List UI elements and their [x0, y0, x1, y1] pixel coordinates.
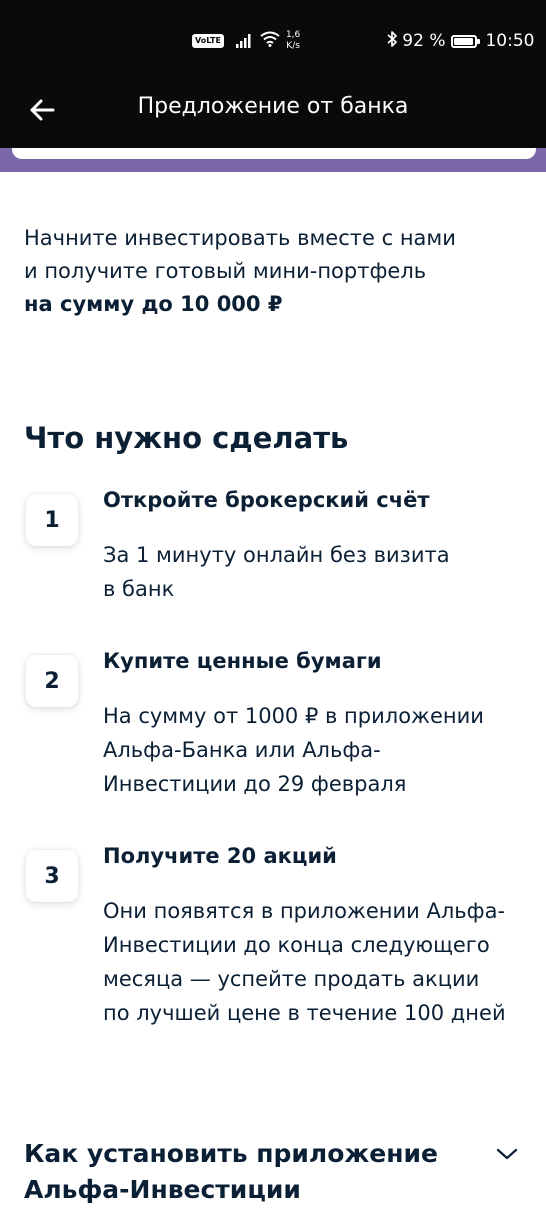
intro-line-2: и получите готовый мини-портфель [24, 259, 427, 283]
step-description-line: в банк [103, 577, 175, 601]
step-title: Получите 20 акций [103, 844, 337, 868]
step-description-line: Они появятся в приложении Альфа- [103, 899, 506, 923]
accordion-title: Как установить приложение Альфа-Инвестиц… [24, 1136, 464, 1208]
status-bar: VoLTE 1,6 K/s 92 % 10:50 [0, 0, 546, 80]
top-app-bar: Предложение от банка [0, 80, 546, 148]
clock: 10:50 [485, 31, 535, 51]
step-description-line: Инвестиции до 29 февраля [103, 772, 407, 796]
step-description-line: Инвестиции до конца следующего [103, 933, 490, 957]
intro-line-1: Начните инвестировать вместе с нами [24, 226, 456, 250]
step-description-line: месяца — успейте продать акции [103, 967, 480, 991]
step-title: Откройте брокерский счёт [103, 488, 430, 512]
promo-card-edge [12, 148, 536, 159]
status-indicators: VoLTE 1,6 K/s 92 % 10:50 [192, 28, 534, 54]
step-title: Купите ценные бумаги [103, 649, 382, 673]
wifi-icon [260, 31, 280, 52]
speed-unit: K/s [286, 41, 300, 51]
chevron-down-icon[interactable] [496, 1146, 518, 1165]
step-description-line: Альфа-Банка или Альфа- [103, 738, 381, 762]
section-title: Что нужно сделать [24, 421, 349, 455]
battery-level [454, 37, 473, 45]
step-number-badge: 3 [26, 850, 78, 902]
signal-icon [235, 34, 252, 48]
accordion-title-line-2: Альфа-Инвестиции [24, 1175, 301, 1204]
step-description: На сумму от 1000 ₽ в приложении Альфа-Ба… [103, 699, 528, 801]
intro-amount: на сумму до 10 000 ₽ [24, 292, 283, 316]
step-description-line: по лучшей цене в течение 100 дней [103, 1001, 506, 1025]
step-description-line: На сумму от 1000 ₽ в приложении [103, 704, 484, 728]
step-description-line: За 1 минуту онлайн без визита [103, 543, 450, 567]
network-speed: 1,6 K/s [286, 30, 300, 52]
accordion-title-line-1: Как установить приложение [24, 1139, 438, 1168]
step-description: Они появятся в приложении Альфа- Инвести… [103, 894, 528, 1030]
bluetooth-icon [386, 30, 398, 53]
step-description: За 1 минуту онлайн без визита в банк [103, 538, 528, 606]
intro-text: Начните инвестировать вместе с нами и по… [24, 222, 524, 321]
volte-icon: VoLTE [192, 34, 224, 48]
step-number-badge: 1 [26, 494, 78, 546]
install-app-accordion[interactable]: Как установить приложение Альфа-Инвестиц… [24, 1136, 524, 1208]
page-title: Предложение от банка [137, 94, 409, 119]
battery-percent: 92 % [402, 31, 446, 51]
step-number-badge: 2 [26, 655, 78, 707]
battery-icon [451, 34, 481, 48]
speed-value: 1,6 [285, 30, 301, 40]
